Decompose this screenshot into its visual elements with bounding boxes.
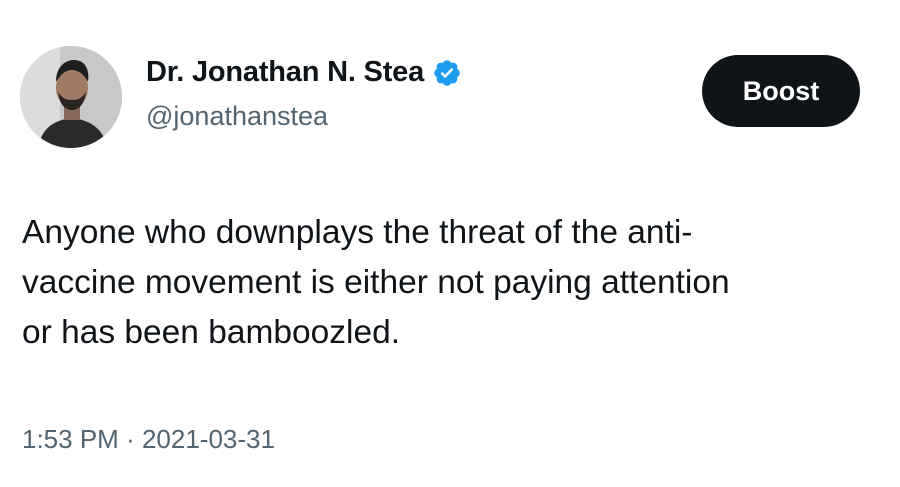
meta-separator: · (126, 424, 135, 454)
author-name-row: Dr. Jonathan N. Stea (146, 56, 462, 89)
boost-button[interactable]: Boost (702, 55, 860, 127)
post-time[interactable]: 1:53 PM (22, 424, 119, 454)
post-text-line: or has been bamboozled. (22, 314, 401, 351)
verified-badge-icon (432, 58, 462, 88)
avatar-photo (20, 46, 122, 148)
post-date[interactable]: 2021-03-31 (142, 424, 275, 454)
timestamp-row: 1:53 PM · 2021-03-31 (22, 424, 275, 455)
avatar[interactable] (20, 46, 122, 148)
post-text-line: vaccine movement is either not paying at… (22, 264, 730, 301)
post-card: Dr. Jonathan N. Stea @jonathanstea Boost… (0, 0, 900, 487)
author-handle[interactable]: @jonathanstea (146, 101, 328, 132)
post-text-line: Anyone who downplays the threat of the a… (22, 214, 693, 251)
author-display-name[interactable]: Dr. Jonathan N. Stea (146, 56, 424, 89)
post-text: Anyone who downplays the threat of the a… (22, 208, 882, 358)
